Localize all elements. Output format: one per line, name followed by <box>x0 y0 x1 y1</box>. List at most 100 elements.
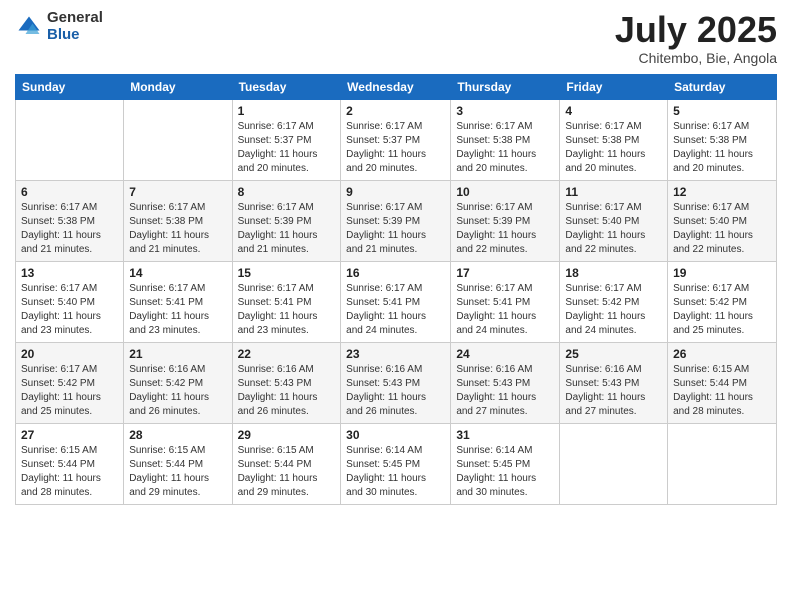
day-number: 22 <box>238 347 336 361</box>
day-info: Sunrise: 6:17 AMSunset: 5:41 PMDaylight:… <box>456 282 554 338</box>
day-info: Sunrise: 6:14 AMSunset: 5:45 PMDaylight:… <box>456 444 554 500</box>
week-row-4: 20Sunrise: 6:17 AMSunset: 5:42 PMDayligh… <box>16 342 777 423</box>
day-number: 5 <box>673 104 771 118</box>
col-thursday: Thursday <box>451 74 560 99</box>
day-cell: 19 Sunrise: 6:17 AMSunset: 5:42 PMDayligh… <box>668 261 777 342</box>
day-cell: 2Sunrise: 6:17 AMSunset: 5:37 PMDaylight… <box>341 99 451 180</box>
day-cell: 13 Sunrise: 6:17 AMSunset: 5:40 PMDayligh… <box>16 261 124 342</box>
day-info: Sunrise: 6:16 AMSunset: 5:43 PMDaylight:… <box>565 363 662 419</box>
day-cell: 5 Sunrise: 6:17 AMSunset: 5:38 PMDaylight… <box>668 99 777 180</box>
day-number: 9 <box>346 185 445 199</box>
day-info: Sunrise: 6:17 AMSunset: 5:41 PMDaylight:… <box>129 282 226 338</box>
day-number: 29 <box>238 428 336 442</box>
day-cell: 30Sunrise: 6:14 AMSunset: 5:45 PMDayligh… <box>341 423 451 504</box>
day-cell: 23Sunrise: 6:16 AMSunset: 5:43 PMDayligh… <box>341 342 451 423</box>
day-number: 19 <box>673 266 771 280</box>
week-row-3: 13 Sunrise: 6:17 AMSunset: 5:40 PMDayligh… <box>16 261 777 342</box>
day-number: 18 <box>565 266 662 280</box>
week-row-1: 1 Sunrise: 6:17 AMSunset: 5:37 PMDaylight… <box>16 99 777 180</box>
day-cell: 3 Sunrise: 6:17 AMSunset: 5:38 PMDaylight… <box>451 99 560 180</box>
day-info: Sunrise: 6:17 AMSunset: 5:40 PMDaylight:… <box>673 201 771 257</box>
page: General Blue July 2025 Chitembo, Bie, An… <box>0 0 792 612</box>
day-cell: 25 Sunrise: 6:16 AMSunset: 5:43 PMDayligh… <box>560 342 668 423</box>
day-number: 11 <box>565 185 662 199</box>
logo-blue-text: Blue <box>47 27 103 44</box>
day-number: 7 <box>129 185 226 199</box>
title-block: July 2025 Chitembo, Bie, Angola <box>615 10 777 66</box>
day-info: Sunrise: 6:17 AMSunset: 5:37 PMDaylight:… <box>346 120 445 176</box>
day-info: Sunrise: 6:17 AMSunset: 5:39 PMDaylight:… <box>346 201 445 257</box>
col-friday: Friday <box>560 74 668 99</box>
day-cell: 18 Sunrise: 6:17 AMSunset: 5:42 PMDayligh… <box>560 261 668 342</box>
day-info: Sunrise: 6:17 AMSunset: 5:42 PMDaylight:… <box>673 282 771 338</box>
main-title: July 2025 <box>615 10 777 50</box>
day-info: Sunrise: 6:16 AMSunset: 5:42 PMDaylight:… <box>129 363 226 419</box>
col-sunday: Sunday <box>16 74 124 99</box>
day-number: 20 <box>21 347 118 361</box>
header-row: Sunday Monday Tuesday Wednesday Thursday… <box>16 74 777 99</box>
day-cell: 29 Sunrise: 6:15 AMSunset: 5:44 PMDayligh… <box>232 423 341 504</box>
day-cell: 10 Sunrise: 6:17 AMSunset: 5:39 PMDayligh… <box>451 180 560 261</box>
day-info: Sunrise: 6:16 AMSunset: 5:43 PMDaylight:… <box>238 363 336 419</box>
day-cell: 4Sunrise: 6:17 AMSunset: 5:38 PMDaylight… <box>560 99 668 180</box>
day-info: Sunrise: 6:17 AMSunset: 5:38 PMDaylight:… <box>565 120 662 176</box>
day-number: 23 <box>346 347 445 361</box>
day-number: 6 <box>21 185 118 199</box>
day-number: 1 <box>238 104 336 118</box>
day-cell: 14 Sunrise: 6:17 AMSunset: 5:41 PMDayligh… <box>124 261 232 342</box>
day-info: Sunrise: 6:17 AMSunset: 5:38 PMDaylight:… <box>456 120 554 176</box>
day-info: Sunrise: 6:17 AMSunset: 5:38 PMDaylight:… <box>21 201 118 257</box>
day-info: Sunrise: 6:17 AMSunset: 5:40 PMDaylight:… <box>565 201 662 257</box>
logo-text: General Blue <box>47 10 103 43</box>
day-number: 8 <box>238 185 336 199</box>
day-cell <box>668 423 777 504</box>
col-wednesday: Wednesday <box>341 74 451 99</box>
day-cell: 27 Sunrise: 6:15 AMSunset: 5:44 PMDayligh… <box>16 423 124 504</box>
day-cell: 26Sunrise: 6:15 AMSunset: 5:44 PMDayligh… <box>668 342 777 423</box>
day-info: Sunrise: 6:17 AMSunset: 5:39 PMDaylight:… <box>456 201 554 257</box>
day-info: Sunrise: 6:15 AMSunset: 5:44 PMDaylight:… <box>21 444 118 500</box>
day-info: Sunrise: 6:17 AMSunset: 5:39 PMDaylight:… <box>238 201 336 257</box>
day-cell: 20Sunrise: 6:17 AMSunset: 5:42 PMDayligh… <box>16 342 124 423</box>
day-cell: 7 Sunrise: 6:17 AMSunset: 5:38 PMDaylight… <box>124 180 232 261</box>
day-number: 14 <box>129 266 226 280</box>
day-cell <box>16 99 124 180</box>
day-number: 26 <box>673 347 771 361</box>
day-cell: 31 Sunrise: 6:14 AMSunset: 5:45 PMDayligh… <box>451 423 560 504</box>
day-info: Sunrise: 6:17 AMSunset: 5:40 PMDaylight:… <box>21 282 118 338</box>
col-tuesday: Tuesday <box>232 74 341 99</box>
day-info: Sunrise: 6:15 AMSunset: 5:44 PMDaylight:… <box>129 444 226 500</box>
day-number: 30 <box>346 428 445 442</box>
day-number: 13 <box>21 266 118 280</box>
day-info: Sunrise: 6:16 AMSunset: 5:43 PMDaylight:… <box>456 363 554 419</box>
day-number: 10 <box>456 185 554 199</box>
day-info: Sunrise: 6:15 AMSunset: 5:44 PMDaylight:… <box>238 444 336 500</box>
day-number: 3 <box>456 104 554 118</box>
logo: General Blue <box>15 10 103 43</box>
col-saturday: Saturday <box>668 74 777 99</box>
logo-icon <box>15 13 43 41</box>
day-number: 31 <box>456 428 554 442</box>
day-info: Sunrise: 6:17 AMSunset: 5:38 PMDaylight:… <box>129 201 226 257</box>
day-info: Sunrise: 6:17 AMSunset: 5:38 PMDaylight:… <box>673 120 771 176</box>
day-number: 25 <box>565 347 662 361</box>
week-row-5: 27 Sunrise: 6:15 AMSunset: 5:44 PMDayligh… <box>16 423 777 504</box>
day-number: 28 <box>129 428 226 442</box>
day-cell: 1Sunrise: 6:17 AMSunset: 5:37 PMDaylight… <box>232 99 341 180</box>
day-number: 24 <box>456 347 554 361</box>
day-number: 17 <box>456 266 554 280</box>
calendar-table: Sunday Monday Tuesday Wednesday Thursday… <box>15 74 777 505</box>
day-info: Sunrise: 6:17 AMSunset: 5:42 PMDaylight:… <box>565 282 662 338</box>
header: General Blue July 2025 Chitembo, Bie, An… <box>15 10 777 66</box>
day-cell: 21 Sunrise: 6:16 AMSunset: 5:42 PMDayligh… <box>124 342 232 423</box>
day-cell: 15Sunrise: 6:17 AMSunset: 5:41 PMDayligh… <box>232 261 341 342</box>
day-number: 12 <box>673 185 771 199</box>
day-cell: 16Sunrise: 6:17 AMSunset: 5:41 PMDayligh… <box>341 261 451 342</box>
day-number: 27 <box>21 428 118 442</box>
day-number: 16 <box>346 266 445 280</box>
day-cell: 12 Sunrise: 6:17 AMSunset: 5:40 PMDayligh… <box>668 180 777 261</box>
day-cell: 22 Sunrise: 6:16 AMSunset: 5:43 PMDayligh… <box>232 342 341 423</box>
day-cell: 17 Sunrise: 6:17 AMSunset: 5:41 PMDayligh… <box>451 261 560 342</box>
day-number: 21 <box>129 347 226 361</box>
day-cell: 11 Sunrise: 6:17 AMSunset: 5:40 PMDayligh… <box>560 180 668 261</box>
